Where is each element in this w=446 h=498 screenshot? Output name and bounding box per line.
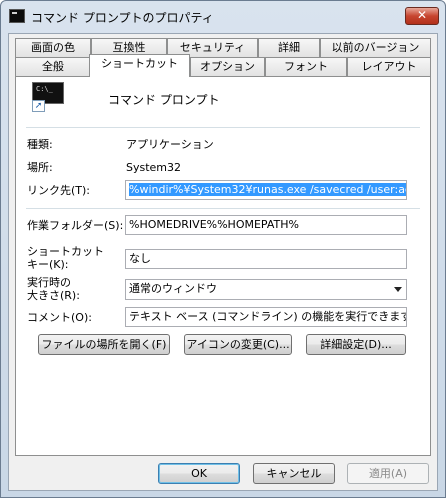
tab-options[interactable]: オプション	[190, 57, 265, 76]
run-label-line2: 大きさ(R):	[27, 289, 80, 302]
target-input-value: %windir%¥System32¥runas.exe /savecred /u…	[129, 183, 406, 196]
open-file-location-button[interactable]: ファイルの場所を開く(F)	[38, 334, 170, 355]
tab-layout[interactable]: レイアウト	[347, 57, 431, 76]
tab-colors[interactable]: 画面の色	[15, 38, 91, 57]
tab-details[interactable]: 詳細	[258, 38, 320, 57]
separator	[26, 127, 420, 128]
dialog-client: 画面の色 互換性 セキュリティ 詳細 以前のバージョン 全般 ショートカット オ…	[8, 33, 438, 491]
comment-input[interactable]: テキスト ベース (コマンドライン) の機能を実行できます。	[125, 307, 407, 327]
location-value: System32	[126, 161, 182, 174]
close-button[interactable]: ✕	[405, 7, 439, 25]
location-label: 場所:	[27, 161, 53, 174]
type-value: アプリケーション	[126, 138, 214, 151]
separator	[26, 208, 420, 209]
advanced-button[interactable]: 詳細設定(D)...	[306, 334, 406, 355]
tab-shortcut[interactable]: ショートカット	[89, 54, 190, 77]
comment-label: コメント(O):	[27, 311, 92, 324]
hotkey-input[interactable]: なし	[125, 249, 407, 269]
hotkey-label-line2: キー(K):	[27, 258, 69, 271]
change-icon-button[interactable]: アイコンの変更(C)...	[184, 334, 292, 355]
window-title: コマンド プロンプトのプロパティ	[31, 11, 214, 25]
start-in-input[interactable]: %HOMEDRIVE%%HOMEPATH%	[125, 215, 407, 235]
target-input[interactable]: %windir%¥System32¥runas.exe /savecred /u…	[125, 180, 407, 200]
cancel-button[interactable]: キャンセル	[253, 463, 335, 484]
shortcut-name: コマンド プロンプト	[108, 93, 220, 107]
command-prompt-shortcut-icon: C:\_ ➚	[32, 82, 64, 112]
start-in-label: 作業フォルダー(S):	[27, 219, 124, 232]
tab-general[interactable]: 全般	[15, 57, 91, 76]
run-label-line1: 実行時の	[27, 276, 71, 289]
ok-button[interactable]: OK	[158, 463, 240, 484]
hotkey-label-line1: ショートカット	[27, 245, 104, 258]
start-in-value: %HOMEDRIVE%%HOMEPATH%	[129, 218, 299, 231]
apply-button[interactable]: 適用(A)	[347, 463, 429, 484]
target-label: リンク先(T):	[27, 184, 91, 197]
tab-previous-versions[interactable]: 以前のバージョン	[320, 38, 431, 57]
run-window-value: 通常のウィンドウ	[129, 282, 217, 295]
hotkey-value: なし	[129, 252, 151, 265]
properties-window: コマンド プロンプトのプロパティ ✕ 画面の色 互換性 セキュリティ 詳細 以前…	[0, 0, 446, 498]
type-label: 種類:	[27, 138, 53, 151]
tab-font[interactable]: フォント	[265, 57, 347, 76]
title-bar[interactable]: コマンド プロンプトのプロパティ ✕	[1, 1, 445, 31]
command-prompt-icon	[9, 9, 25, 23]
shortcut-panel: C:\_ ➚ コマンド プロンプト 種類: アプリケーション 場所: Syste…	[15, 76, 431, 456]
comment-value: テキスト ベース (コマンドライン) の機能を実行できます。	[129, 310, 407, 323]
shortcut-arrow-icon: ➚	[32, 100, 45, 112]
chevron-down-icon	[394, 287, 402, 292]
run-window-select[interactable]: 通常のウィンドウ	[125, 279, 407, 300]
